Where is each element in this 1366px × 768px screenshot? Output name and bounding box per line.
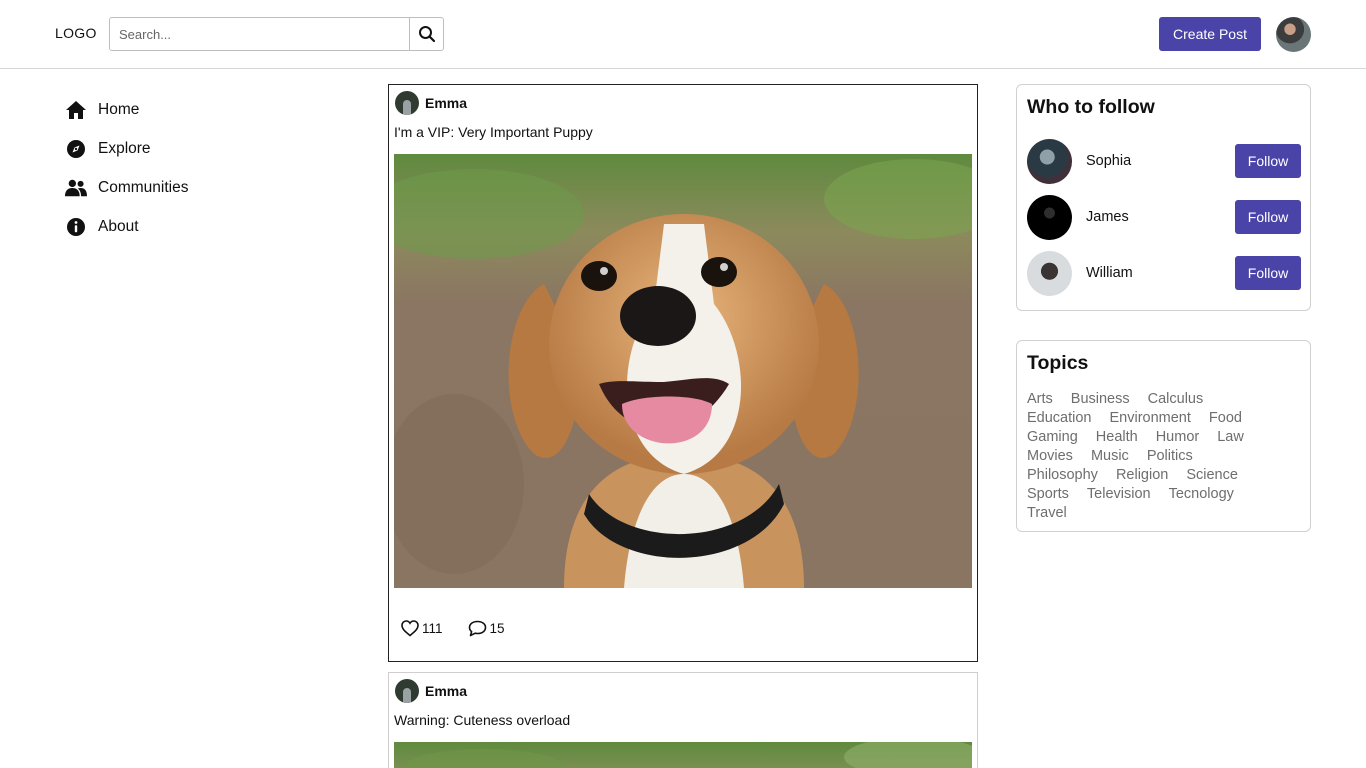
sidebar-nav: Home Explore Communities About xyxy=(65,90,188,246)
author-avatar[interactable] xyxy=(395,679,419,703)
comment-icon xyxy=(468,620,486,637)
topic-link[interactable]: Television xyxy=(1087,485,1151,504)
post-caption: Warning: Cuteness overload xyxy=(394,712,571,728)
create-post-button[interactable]: Create Post xyxy=(1159,17,1261,51)
search-input[interactable] xyxy=(110,18,409,50)
post-card[interactable]: Emma Warning: Cuteness overload xyxy=(388,672,978,768)
nav-item-explore[interactable]: Explore xyxy=(65,129,188,168)
search-button[interactable] xyxy=(409,18,443,50)
users-icon xyxy=(65,177,87,199)
topic-link[interactable]: Travel xyxy=(1027,504,1067,523)
topic-link[interactable]: Humor xyxy=(1156,428,1200,447)
topic-link[interactable]: Religion xyxy=(1116,466,1168,485)
compass-icon xyxy=(65,138,87,160)
post-author[interactable]: Emma xyxy=(395,91,467,115)
home-icon xyxy=(65,99,87,121)
logo[interactable]: LOGO xyxy=(55,25,97,41)
top-header: LOGO Create Post xyxy=(0,0,1366,69)
follow-suggestion: Sophia Follow xyxy=(1027,138,1301,184)
nav-item-label: Home xyxy=(98,100,140,118)
follow-suggestion: James Follow xyxy=(1027,194,1301,240)
post-card[interactable]: Emma I'm a VIP: Very Important Puppy 111… xyxy=(388,84,978,662)
nav-item-label: Communities xyxy=(98,178,189,196)
nav-item-label: About xyxy=(98,217,139,235)
who-to-follow-card: Who to follow Sophia Follow James Follow… xyxy=(1016,84,1311,311)
follow-user-name[interactable]: James xyxy=(1086,209,1235,225)
follow-button[interactable]: Follow xyxy=(1235,200,1301,234)
avatar[interactable] xyxy=(1027,250,1072,296)
post-actions: 111 15 xyxy=(401,620,530,637)
topic-link[interactable]: Science xyxy=(1186,466,1238,485)
topic-link[interactable]: Business xyxy=(1071,390,1130,409)
who-to-follow-title: Who to follow xyxy=(1027,96,1155,118)
follow-user-name[interactable]: William xyxy=(1086,265,1235,281)
dog-photo xyxy=(394,742,972,768)
topic-link[interactable]: Gaming xyxy=(1027,428,1078,447)
nav-item-about[interactable]: About xyxy=(65,207,188,246)
follow-button[interactable]: Follow xyxy=(1235,256,1301,290)
topic-link[interactable]: Sports xyxy=(1027,485,1069,504)
nav-item-communities[interactable]: Communities xyxy=(65,168,188,207)
post-image[interactable] xyxy=(394,154,972,588)
author-avatar[interactable] xyxy=(395,91,419,115)
search-bar xyxy=(109,17,444,51)
topic-link[interactable]: Arts xyxy=(1027,390,1053,409)
topics-title: Topics xyxy=(1027,352,1089,374)
comment-count: 15 xyxy=(489,621,505,636)
user-avatar[interactable] xyxy=(1276,17,1311,52)
follow-user-name[interactable]: Sophia xyxy=(1086,153,1235,169)
post-image[interactable] xyxy=(394,742,972,768)
follow-suggestion: William Follow xyxy=(1027,250,1301,296)
topic-link[interactable]: Calculus xyxy=(1148,390,1204,409)
comment-button[interactable]: 15 xyxy=(468,620,505,637)
post-author[interactable]: Emma xyxy=(395,679,467,703)
topic-link[interactable]: Law xyxy=(1217,428,1244,447)
topic-link[interactable]: Education xyxy=(1027,409,1092,428)
info-icon xyxy=(65,216,87,238)
topic-link[interactable]: Health xyxy=(1096,428,1138,447)
topic-link[interactable]: Movies xyxy=(1027,447,1073,466)
heart-icon xyxy=(401,620,419,637)
avatar[interactable] xyxy=(1027,138,1072,184)
topic-link[interactable]: Tecnology xyxy=(1169,485,1234,504)
topic-link[interactable]: Environment xyxy=(1110,409,1191,428)
like-count: 111 xyxy=(422,621,443,636)
like-button[interactable]: 111 xyxy=(401,620,443,637)
post-caption: I'm a VIP: Very Important Puppy xyxy=(394,124,593,140)
nav-item-home[interactable]: Home xyxy=(65,90,188,129)
author-name[interactable]: Emma xyxy=(425,95,467,111)
topic-link[interactable]: Food xyxy=(1209,409,1242,428)
topics-card: Topics Arts Business Calculus Education … xyxy=(1016,340,1311,532)
avatar[interactable] xyxy=(1027,194,1072,240)
topics-list: Arts Business Calculus Education Environ… xyxy=(1027,390,1297,523)
nav-item-label: Explore xyxy=(98,139,151,157)
follow-button[interactable]: Follow xyxy=(1235,144,1301,178)
search-icon xyxy=(418,26,435,43)
topic-link[interactable]: Music xyxy=(1091,447,1129,466)
beagle-puppy-photo xyxy=(394,154,972,588)
topic-link[interactable]: Politics xyxy=(1147,447,1193,466)
author-name[interactable]: Emma xyxy=(425,683,467,699)
topic-link[interactable]: Philosophy xyxy=(1027,466,1098,485)
